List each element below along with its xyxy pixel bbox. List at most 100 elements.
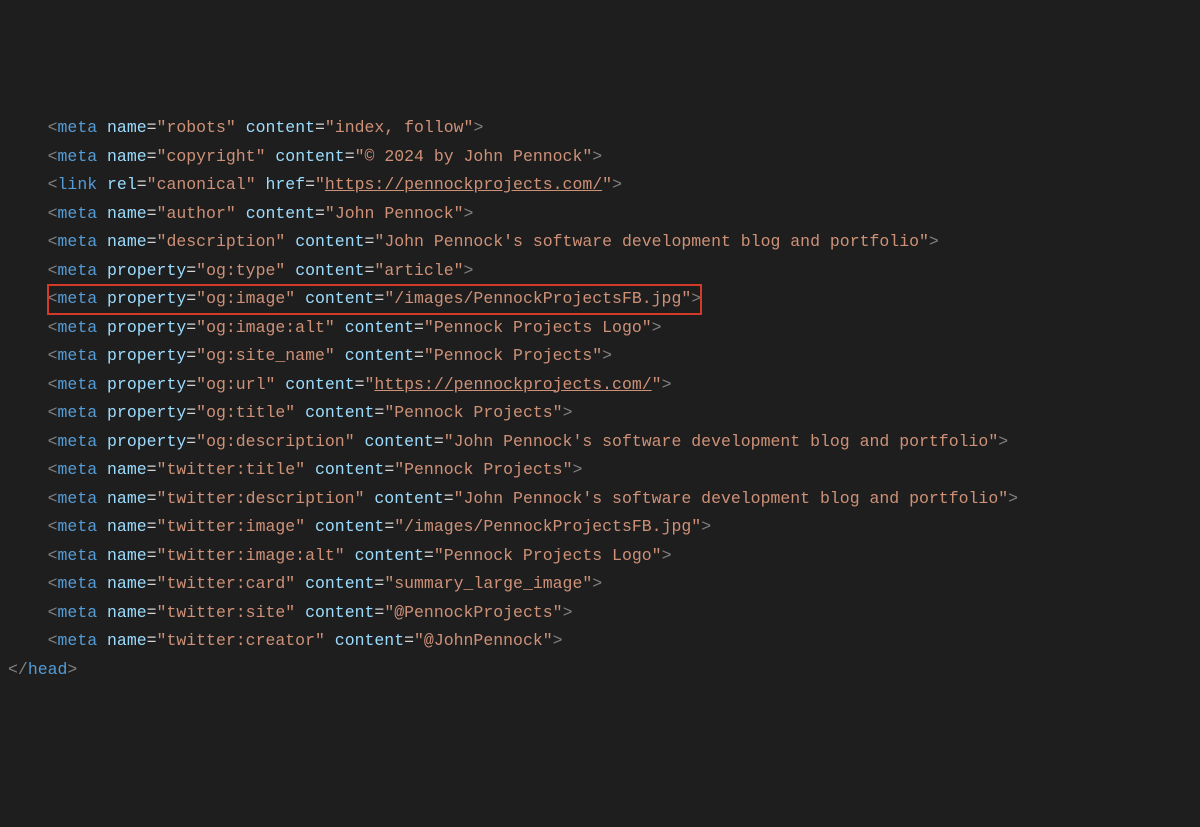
attr-value: og:url <box>206 375 265 394</box>
code-line[interactable]: <meta property="og:image:alt" content="P… <box>0 314 1200 343</box>
attr-name: content <box>246 204 315 223</box>
attr-name: content <box>345 318 414 337</box>
tag-name: meta <box>58 147 98 166</box>
code-line[interactable]: <meta name="twitter:image" content="/ima… <box>0 513 1200 542</box>
attr-name: property <box>107 318 186 337</box>
attr-name: content <box>355 546 424 565</box>
code-line[interactable]: <meta name="twitter:description" content… <box>0 485 1200 514</box>
attr-name: content <box>305 403 374 422</box>
attr-name: href <box>266 175 306 194</box>
code-line[interactable]: <meta property="og:image" content="/imag… <box>0 285 1200 314</box>
attr-value: twitter:title <box>166 460 295 479</box>
tag-name: meta <box>58 517 98 536</box>
code-line[interactable]: <meta name="twitter:image:alt" content="… <box>0 542 1200 571</box>
attr-name: name <box>107 574 147 593</box>
attr-value: twitter:card <box>166 574 285 593</box>
attr-name: content <box>365 432 434 451</box>
attr-value: robots <box>166 118 225 137</box>
tag-name: meta <box>58 603 98 622</box>
attr-name: name <box>107 631 147 650</box>
attr-value: John Pennock's software development blog… <box>464 489 999 508</box>
code-line[interactable]: <meta name="twitter:creator" content="@J… <box>0 627 1200 656</box>
code-line[interactable]: <link rel="canonical" href="https://penn… <box>0 171 1200 200</box>
code-line[interactable]: <meta name="twitter:title" content="Penn… <box>0 456 1200 485</box>
code-line[interactable]: <meta name="author" content="John Pennoc… <box>0 200 1200 229</box>
code-line[interactable]: <meta name="robots" content="index, foll… <box>0 114 1200 143</box>
attr-name: name <box>107 204 147 223</box>
tag-name: meta <box>58 375 98 394</box>
attr-name: property <box>107 346 186 365</box>
code-line[interactable]: <meta property="og:type" content="articl… <box>0 257 1200 286</box>
tag-name: meta <box>58 118 98 137</box>
attr-name: name <box>107 147 147 166</box>
attr-name: content <box>305 603 374 622</box>
attr-url-value: https://pennockprojects.com/ <box>325 175 602 194</box>
attr-value: og:description <box>206 432 345 451</box>
attr-name: property <box>107 375 186 394</box>
attr-value: twitter:image <box>166 517 295 536</box>
code-line[interactable]: <meta name="twitter:site" content="@Penn… <box>0 599 1200 628</box>
attr-value: og:type <box>206 261 275 280</box>
code-line[interactable]: <meta property="og:site_name" content="P… <box>0 342 1200 371</box>
tag-name: meta <box>58 289 98 308</box>
attr-value: John Pennock <box>335 204 454 223</box>
code-line[interactable]: <meta property="og:title" content="Penno… <box>0 399 1200 428</box>
attr-value: twitter:site <box>166 603 285 622</box>
attr-value: twitter:image:alt <box>166 546 334 565</box>
highlighted-line: <meta property="og:image" content="/imag… <box>48 285 702 314</box>
attr-value: summary_large_image <box>394 574 582 593</box>
tag-name: meta <box>58 574 98 593</box>
attr-value: /images/PennockProjectsFB.jpg <box>404 517 691 536</box>
attr-name: content <box>374 489 443 508</box>
attr-value: John Pennock's software development blog… <box>454 432 989 451</box>
attr-name: name <box>107 232 147 251</box>
attr-name: name <box>107 118 147 137</box>
attr-name: content <box>295 261 364 280</box>
tag-name: meta <box>58 403 98 422</box>
code-line[interactable]: <meta name="twitter:card" content="summa… <box>0 570 1200 599</box>
tag-name: meta <box>58 204 98 223</box>
attr-value: author <box>166 204 225 223</box>
attr-value: @JohnPennock <box>424 631 543 650</box>
attr-value: Pennock Projects <box>404 460 562 479</box>
attr-value: Pennock Projects Logo <box>434 318 642 337</box>
attr-name: property <box>107 289 186 308</box>
attr-name: content <box>335 631 404 650</box>
attr-value: © 2024 by John Pennock <box>365 147 583 166</box>
attr-name: content <box>305 289 374 308</box>
attr-name: property <box>107 432 186 451</box>
code-line[interactable]: <meta name="description" content="John P… <box>0 228 1200 257</box>
attr-value: copyright <box>166 147 255 166</box>
tag-name: meta <box>58 546 98 565</box>
attr-value: og:image <box>206 289 285 308</box>
attr-name: name <box>107 546 147 565</box>
tag-name: meta <box>58 432 98 451</box>
attr-value: og:image:alt <box>206 318 325 337</box>
tag-name: link <box>58 175 98 194</box>
code-line[interactable]: <meta property="og:url" content="https:/… <box>0 371 1200 400</box>
attr-name: name <box>107 489 147 508</box>
attr-name: content <box>305 574 374 593</box>
code-line[interactable]: </head> <box>0 656 1200 685</box>
attr-value: twitter:description <box>166 489 354 508</box>
attr-name: content <box>315 460 384 479</box>
code-line[interactable]: <meta name="copyright" content="© 2024 b… <box>0 143 1200 172</box>
attr-name: content <box>295 232 364 251</box>
attr-value: og:title <box>206 403 285 422</box>
attr-value: Pennock Projects <box>434 346 592 365</box>
tag-name: meta <box>58 460 98 479</box>
attr-value: /images/PennockProjectsFB.jpg <box>394 289 681 308</box>
attr-value: article <box>384 261 453 280</box>
attr-name: name <box>107 460 147 479</box>
attr-value: Pennock Projects Logo <box>444 546 652 565</box>
attr-value: description <box>166 232 275 251</box>
tag-name: meta <box>58 318 98 337</box>
attr-name: content <box>246 118 315 137</box>
attr-name: property <box>107 261 186 280</box>
attr-name: content <box>345 346 414 365</box>
tag-name: meta <box>58 631 98 650</box>
attr-name: content <box>275 147 344 166</box>
code-editor[interactable]: <meta name="robots" content="index, foll… <box>0 114 1200 684</box>
code-line[interactable]: <meta property="og:description" content=… <box>0 428 1200 457</box>
attr-name: rel <box>107 175 137 194</box>
